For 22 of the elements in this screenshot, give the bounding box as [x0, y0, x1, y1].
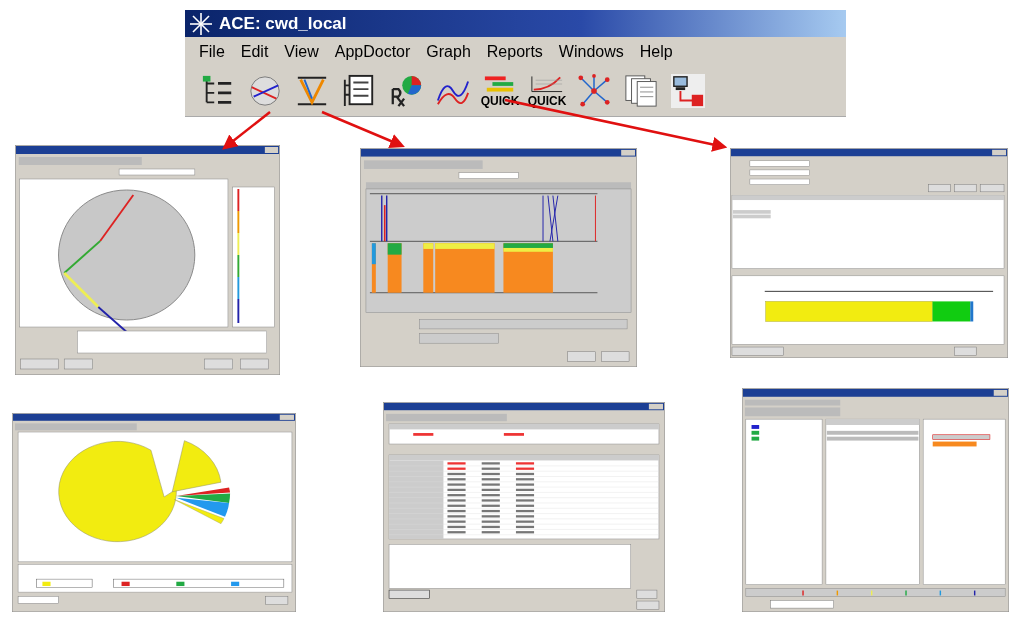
menu-item[interactable]: AppDoctor — [326, 42, 419, 61]
menu-item[interactable]: Graph — [418, 42, 479, 61]
stacked-pages-icon — [624, 74, 658, 108]
menu-item[interactable]: Reports — [478, 42, 551, 61]
quick-tool-button[interactable]: QUICK — [528, 71, 566, 111]
circle-graph-icon — [248, 74, 282, 108]
rising-curve-icon — [530, 74, 564, 94]
network-star-icon — [577, 74, 611, 108]
menu-item[interactable]: File — [191, 42, 233, 61]
star-logo-icon — [189, 11, 213, 36]
prescription-pie-icon — [389, 74, 423, 108]
document-icon — [342, 74, 376, 108]
computer-link-icon — [671, 74, 705, 108]
menu-item[interactable]: Help — [631, 42, 681, 61]
window-title: ACE: cwd_local — [219, 13, 347, 34]
exchange-chart-icon — [295, 74, 329, 108]
menu-item[interactable]: Windows — [550, 42, 632, 61]
tool-button[interactable] — [669, 71, 707, 111]
menu-item[interactable]: Edit — [232, 42, 277, 61]
pointer-arrow — [222, 111, 271, 150]
quick-tool-button[interactable]: QUICK — [481, 71, 519, 111]
menu-item[interactable]: View — [276, 42, 327, 61]
